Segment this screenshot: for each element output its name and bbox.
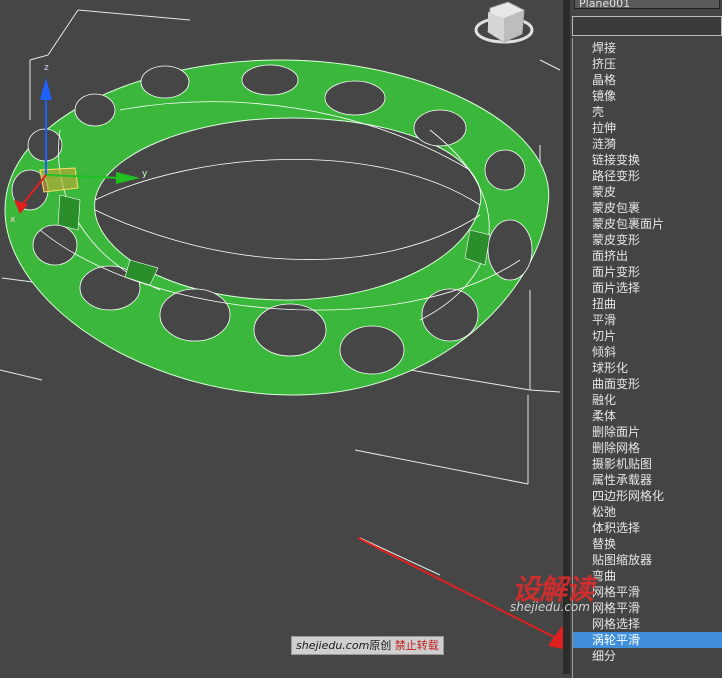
- viewcube[interactable]: [474, 1, 534, 44]
- watermark-url: shejiedu.com: [510, 600, 590, 614]
- modifier-list-item[interactable]: 曲面变形: [573, 376, 722, 392]
- modifier-list-item[interactable]: 平滑: [573, 312, 722, 328]
- modifier-list-item[interactable]: 拉伸: [573, 120, 722, 136]
- modifier-list-item[interactable]: 链接变换: [573, 152, 722, 168]
- watermark-bar: shejiedu.com原创 禁止转载: [291, 636, 444, 655]
- modifier-list-item[interactable]: 倾斜: [573, 344, 722, 360]
- axis-x-label: x: [10, 215, 16, 225]
- modifier-list-item[interactable]: 焊接: [573, 40, 722, 56]
- axis-z-label: z: [44, 63, 49, 73]
- viewport-canvas: z y x: [0, 1, 563, 649]
- modifier-list-item[interactable]: 四边形网格化: [573, 488, 722, 504]
- modifier-list-dropdown[interactable]: [572, 16, 722, 36]
- modifier-list-item[interactable]: 晶格: [573, 72, 722, 88]
- modifier-list-item[interactable]: 壳: [573, 104, 722, 120]
- modifier-list-item[interactable]: 弯曲: [573, 568, 722, 584]
- modifier-list-item[interactable]: 镜像: [573, 88, 722, 104]
- modifier-list-item[interactable]: 体积选择: [573, 520, 722, 536]
- modifier-list-item[interactable]: 挤压: [573, 56, 722, 72]
- modifier-list-item[interactable]: 属性承载器: [573, 472, 722, 488]
- modifier-list-item[interactable]: 网格选择: [573, 616, 722, 632]
- modifier-list-item[interactable]: 删除网格: [573, 440, 722, 456]
- modifier-list[interactable]: 焊接 挤压 晶格 镜像壳拉伸 涟漪 链接变换 路径变形 蒙皮 蒙皮包裹 蒙皮包裹面片 蒙皮变形 面挤出…: [572, 38, 722, 678]
- modifier-list-item[interactable]: 网格平滑: [573, 600, 722, 616]
- watermark-warning: 禁止转载: [394, 639, 439, 652]
- axis-y-label: y: [142, 169, 148, 179]
- ring-mesh[interactable]: [4, 59, 550, 396]
- modifier-list-item[interactable]: 蒙皮: [573, 184, 722, 200]
- modifier-list-item[interactable]: 扭曲: [573, 296, 722, 312]
- modifier-list-item[interactable]: 摄影机贴图: [573, 456, 722, 472]
- modifier-list-item[interactable]: 蒙皮包裹面片: [573, 216, 722, 232]
- modifier-list-item[interactable]: 涡轮平滑: [573, 632, 722, 648]
- modifier-list-item[interactable]: 面片选择: [573, 280, 722, 296]
- modifier-list-item[interactable]: 蒙皮包裹: [573, 200, 722, 216]
- modifier-list-item[interactable]: 松弛: [573, 504, 722, 520]
- object-name-field[interactable]: Plane001: [574, 0, 720, 10]
- modifier-list-item[interactable]: 融化: [573, 392, 722, 408]
- modifier-list-item[interactable]: 网格平滑: [573, 584, 722, 600]
- modifier-list-item[interactable]: 替换: [573, 536, 722, 552]
- modifier-list-item[interactable]: 涟漪: [573, 136, 722, 152]
- modifier-list-item[interactable]: 蒙皮变形: [573, 232, 722, 248]
- modifier-list-item[interactable]: 路径变形: [573, 168, 722, 184]
- modifier-list-item[interactable]: 贴图缩放器: [573, 552, 722, 568]
- watermark-site: shejiedu.com: [296, 639, 370, 652]
- modifier-list-item[interactable]: 柔体: [573, 408, 722, 424]
- modifier-list-item[interactable]: 面挤出: [573, 248, 722, 264]
- modifier-list-item[interactable]: 面片变形: [573, 264, 722, 280]
- perspective-viewport[interactable]: z y x: [0, 0, 563, 674]
- modifier-list-item[interactable]: 细分: [573, 648, 722, 664]
- modifier-list-item[interactable]: 切片: [573, 328, 722, 344]
- watermark-original: 原创: [369, 639, 392, 652]
- modifier-list-item[interactable]: 删除面片: [573, 424, 722, 440]
- modifier-list-item[interactable]: 球形化: [573, 360, 722, 376]
